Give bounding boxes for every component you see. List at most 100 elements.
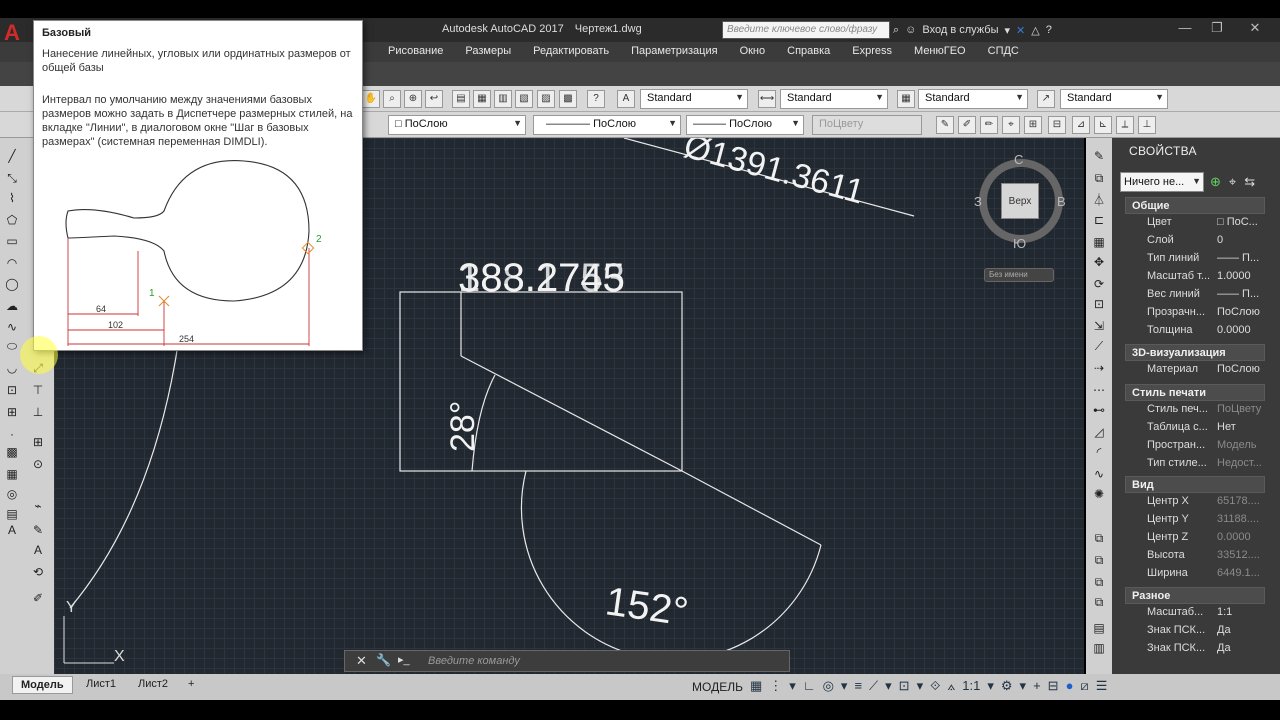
text-style-select[interactable]: Standard ▼ bbox=[640, 89, 748, 109]
compass-south[interactable]: Ю bbox=[1013, 236, 1026, 251]
model-space-toggle[interactable]: МОДЕЛЬ bbox=[692, 680, 743, 694]
draworder-icon-1[interactable]: ⧉ bbox=[1091, 530, 1107, 546]
ellipse-arc-icon[interactable]: ◡ bbox=[4, 360, 20, 376]
modify-icon-3[interactable]: ✏ bbox=[980, 116, 998, 134]
inquiry-icon-1[interactable]: ▤ bbox=[1091, 620, 1107, 636]
maximize-button[interactable]: ❐ bbox=[1202, 20, 1232, 40]
prop-row[interactable]: Простран... Модель bbox=[1147, 439, 1265, 456]
arc-icon[interactable]: ◠ bbox=[4, 255, 20, 271]
prop-row[interactable]: Стиль печ... ПоЦвету bbox=[1147, 403, 1265, 420]
help-toolbar-icon[interactable]: ? bbox=[587, 90, 605, 108]
modify-icon-2[interactable]: ✐ bbox=[958, 116, 976, 134]
prop-row[interactable]: Вес линий —— П... bbox=[1147, 288, 1265, 305]
break-icon[interactable]: ⋯ bbox=[1091, 382, 1107, 398]
wrench-icon[interactable]: 🔧 bbox=[376, 653, 391, 667]
zoom-prev-icon[interactable]: ↩ bbox=[425, 90, 443, 108]
dim-space-icon[interactable]: ⊞ bbox=[30, 434, 46, 450]
annotation-icon[interactable]: ⟐ bbox=[930, 678, 940, 694]
copy-icon[interactable]: ⧉ bbox=[1091, 170, 1107, 186]
line-icon[interactable]: ╱ bbox=[4, 148, 20, 164]
draworder-icon-4[interactable]: ⧉ bbox=[1091, 594, 1107, 610]
ellipse-icon[interactable]: ⬭ bbox=[4, 338, 20, 354]
tool-palette-icon[interactable]: ▥ bbox=[494, 90, 512, 108]
draworder-icon-3[interactable]: ⧉ bbox=[1091, 574, 1107, 590]
linetype-select[interactable]: ———— ПоСлою ▼ bbox=[533, 115, 681, 135]
help-icon[interactable]: ? bbox=[1046, 24, 1052, 36]
modify-icon-6[interactable]: ⊟ bbox=[1048, 116, 1066, 134]
dim-jogged-icon[interactable]: ⌁ bbox=[30, 498, 46, 514]
explode-icon[interactable]: ✺ bbox=[1091, 486, 1107, 502]
section-view[interactable]: Вид bbox=[1125, 476, 1265, 493]
circle-icon[interactable]: ◯ bbox=[4, 276, 20, 292]
mleader-style-select[interactable]: Standard ▼ bbox=[1060, 89, 1168, 109]
text-style-icon[interactable]: A bbox=[617, 90, 635, 108]
dim-baseline-icon[interactable]: ⊤ bbox=[30, 382, 46, 398]
dropdown-icon[interactable]: ▾ bbox=[1004, 24, 1010, 37]
prop-row[interactable]: Высота 33512.... bbox=[1147, 549, 1265, 566]
section-plot-style[interactable]: Стиль печати bbox=[1125, 384, 1265, 401]
prop-row[interactable]: Знак ПСК... Да bbox=[1147, 642, 1265, 659]
dim-continue-icon[interactable]: ⊥ bbox=[30, 404, 46, 420]
make-block-icon[interactable]: ⊞ bbox=[4, 404, 20, 420]
isodraft-icon[interactable]: ≡ bbox=[854, 678, 862, 694]
dim-center-icon[interactable]: ⊙ bbox=[30, 456, 46, 472]
prop-row[interactable]: Центр X 65178.... bbox=[1147, 495, 1265, 512]
add-layout-button[interactable]: + bbox=[180, 676, 202, 694]
select-objects-icon[interactable]: ⌖ bbox=[1229, 174, 1236, 190]
insert-block-icon[interactable]: ⊡ bbox=[4, 382, 20, 398]
menu-express[interactable]: Express bbox=[852, 45, 892, 57]
command-input[interactable]: Введите команду bbox=[428, 655, 520, 667]
osnap-icon[interactable]: ⊡ bbox=[899, 678, 910, 694]
menu-modify[interactable]: Редактировать bbox=[533, 45, 609, 57]
prop-row[interactable]: Цвет □ ПоС... bbox=[1147, 216, 1265, 233]
prop-row[interactable]: Таблица с... Нет bbox=[1147, 421, 1265, 438]
polygon-icon[interactable]: ⬠ bbox=[4, 212, 20, 228]
binoculars-icon[interactable]: ⌕ bbox=[893, 24, 899, 37]
ucs-name-menu[interactable]: Без имени bbox=[984, 268, 1054, 282]
clean-screen-icon[interactable]: ⧄ bbox=[1080, 678, 1088, 694]
prop-row[interactable]: Тип линий —— П... bbox=[1147, 252, 1265, 269]
offset-icon[interactable]: ⊏ bbox=[1091, 212, 1107, 228]
compass-east[interactable]: В bbox=[1057, 194, 1066, 209]
tab-layout1[interactable]: Лист1 bbox=[78, 676, 124, 694]
prop-row[interactable]: Тип стиле... Недост... bbox=[1147, 457, 1265, 474]
dim-update-icon[interactable]: ⟲ bbox=[30, 564, 46, 580]
prop-row[interactable]: Масштаб... 1:1 bbox=[1147, 606, 1265, 623]
toggle-pickadd-icon[interactable]: ⇆ bbox=[1244, 174, 1255, 190]
design-center-icon[interactable]: ▦ bbox=[473, 90, 491, 108]
spline-icon[interactable]: ∿ bbox=[4, 319, 20, 335]
chevron-down-icon[interactable]: ▾ bbox=[841, 678, 848, 694]
prop-row[interactable]: Центр Z 0.0000 bbox=[1147, 531, 1265, 548]
scale-value[interactable]: 1:1 bbox=[962, 678, 980, 694]
modify-icon-5[interactable]: ⊞ bbox=[1024, 116, 1042, 134]
point-icon[interactable]: · bbox=[4, 426, 20, 442]
prop-row[interactable]: Толщина 0.0000 bbox=[1147, 324, 1265, 341]
ucs-icon-3[interactable]: ⟂ bbox=[1116, 116, 1134, 134]
menu-parametric[interactable]: Параметризация bbox=[631, 45, 717, 57]
prop-row[interactable]: Слой 0 bbox=[1147, 234, 1265, 251]
region-icon[interactable]: ◎ bbox=[4, 486, 20, 502]
snap-icon[interactable]: ⋮ bbox=[769, 678, 782, 694]
zoom-icon[interactable]: ⌕ bbox=[383, 90, 401, 108]
compass-west[interactable]: З bbox=[974, 194, 982, 209]
table-style-select[interactable]: Standard ▼ bbox=[918, 89, 1028, 109]
mleader-style-icon[interactable]: ↗ bbox=[1037, 90, 1055, 108]
login-button[interactable]: Вход в службы bbox=[922, 24, 998, 36]
ucs-icon-1[interactable]: ⊿ bbox=[1072, 116, 1090, 134]
chevron-down-icon[interactable]: ▾ bbox=[1020, 678, 1027, 694]
hardware-accel-icon[interactable]: ⊟ bbox=[1048, 678, 1059, 694]
prop-row[interactable]: Знак ПСК... Да bbox=[1147, 624, 1265, 641]
menu-dimension[interactable]: Размеры bbox=[465, 45, 511, 57]
chevron-down-icon[interactable]: ▾ bbox=[987, 678, 994, 694]
quick-select-icon[interactable]: ⊕ bbox=[1210, 174, 1221, 190]
zoom-window-icon[interactable]: ⊕ bbox=[404, 90, 422, 108]
lineweight-select[interactable]: ——— ПоСлою ▼ bbox=[686, 115, 804, 135]
dim-style-tool-icon[interactable]: ✐ bbox=[30, 590, 46, 606]
table-style-icon[interactable]: ▦ bbox=[897, 90, 915, 108]
minimize-button[interactable]: — bbox=[1170, 20, 1200, 40]
revcloud-icon[interactable]: ☁ bbox=[4, 298, 20, 314]
tab-model[interactable]: Модель bbox=[12, 676, 73, 694]
chevron-down-icon[interactable]: ▾ bbox=[917, 678, 924, 694]
prop-row[interactable]: Ширина 6449.1... bbox=[1147, 567, 1265, 584]
prop-row[interactable]: Материал ПоСлою bbox=[1147, 363, 1265, 380]
